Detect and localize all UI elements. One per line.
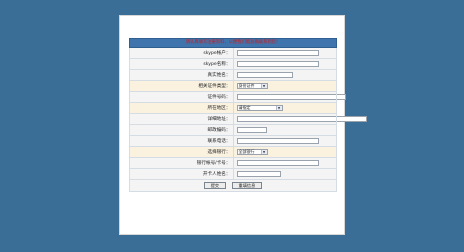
id-type-selected: 身份证件: [238, 83, 255, 88]
id-type-label: 相关证件类型：: [129, 80, 234, 92]
submit-button[interactable]: 提交: [203, 182, 227, 189]
form-row-phone: 联系电话：: [129, 135, 337, 147]
form-row-real-name: 真实姓名：: [129, 69, 337, 81]
bank-selected: 全部银行: [238, 149, 255, 154]
region-selected: 请指定: [238, 105, 251, 110]
form-row-cardholder: 开卡人姓名：: [129, 168, 337, 180]
postal-code-label: 邮政编码：: [129, 124, 234, 136]
skype-name-input[interactable]: [236, 61, 319, 67]
form-actions-row: 提交 重填信息: [129, 179, 337, 192]
cardholder-label: 开卡人姓名：: [129, 168, 234, 180]
bank-select[interactable]: 全部银行 ▼: [236, 149, 268, 155]
chevron-down-icon: ▼: [260, 150, 267, 154]
registration-form: 请认真填写注册资料，以便我们能准确联系到您！ skype帐户： skype名称：…: [129, 38, 367, 192]
bank-label: 选择银行：: [129, 146, 234, 158]
chevron-down-icon: ▼: [275, 106, 282, 110]
form-header-row: 请认真填写注册资料，以便我们能准确联系到您！: [129, 38, 337, 48]
bank-account-label: 银行帐号/卡号：: [129, 157, 234, 169]
form-row-id-number: 证件号码：: [129, 91, 346, 103]
form-row-bank: 选择银行： 全部银行 ▼: [129, 146, 337, 158]
phone-label: 联系电话：: [129, 135, 234, 147]
skype-account-input[interactable]: [236, 50, 319, 56]
cardholder-input[interactable]: [236, 171, 281, 177]
region-label: 所在地区：: [129, 102, 234, 114]
real-name-input[interactable]: [236, 72, 293, 78]
address-input[interactable]: [236, 116, 367, 122]
form-row-region: 所在地区： 请指定 ▼: [129, 102, 337, 114]
id-type-select[interactable]: 身份证件 ▼: [236, 83, 268, 89]
form-row-address: 详细地址：: [129, 113, 367, 125]
form-actions: 提交 重填信息: [129, 179, 337, 192]
phone-input[interactable]: [236, 138, 319, 144]
form-row-postal-code: 邮政编码：: [129, 124, 337, 136]
address-label: 详细地址：: [129, 113, 234, 125]
region-select[interactable]: 请指定 ▼: [236, 105, 283, 111]
form-row-bank-account: 银行帐号/卡号：: [129, 157, 337, 169]
real-name-label: 真实姓名：: [129, 69, 234, 81]
form-row-skype-name: skype名称：: [129, 58, 337, 70]
form-row-skype-account: skype帐户：: [129, 47, 337, 59]
reset-button[interactable]: 重填信息: [231, 182, 263, 189]
skype-name-label: skype名称：: [129, 58, 234, 70]
bank-account-input[interactable]: [236, 160, 319, 166]
registration-panel: 请认真填写注册资料，以便我们能准确联系到您！ skype帐户： skype名称：…: [119, 15, 367, 235]
form-row-id-type: 相关证件类型： 身份证件 ▼: [129, 80, 337, 92]
skype-account-label: skype帐户：: [129, 47, 234, 59]
id-number-label: 证件号码：: [129, 91, 234, 103]
id-number-input[interactable]: [236, 94, 346, 100]
chevron-down-icon: ▼: [260, 84, 267, 88]
postal-code-input[interactable]: [236, 127, 267, 133]
form-header-notice: 请认真填写注册资料，以便我们能准确联系到您！: [129, 38, 337, 48]
